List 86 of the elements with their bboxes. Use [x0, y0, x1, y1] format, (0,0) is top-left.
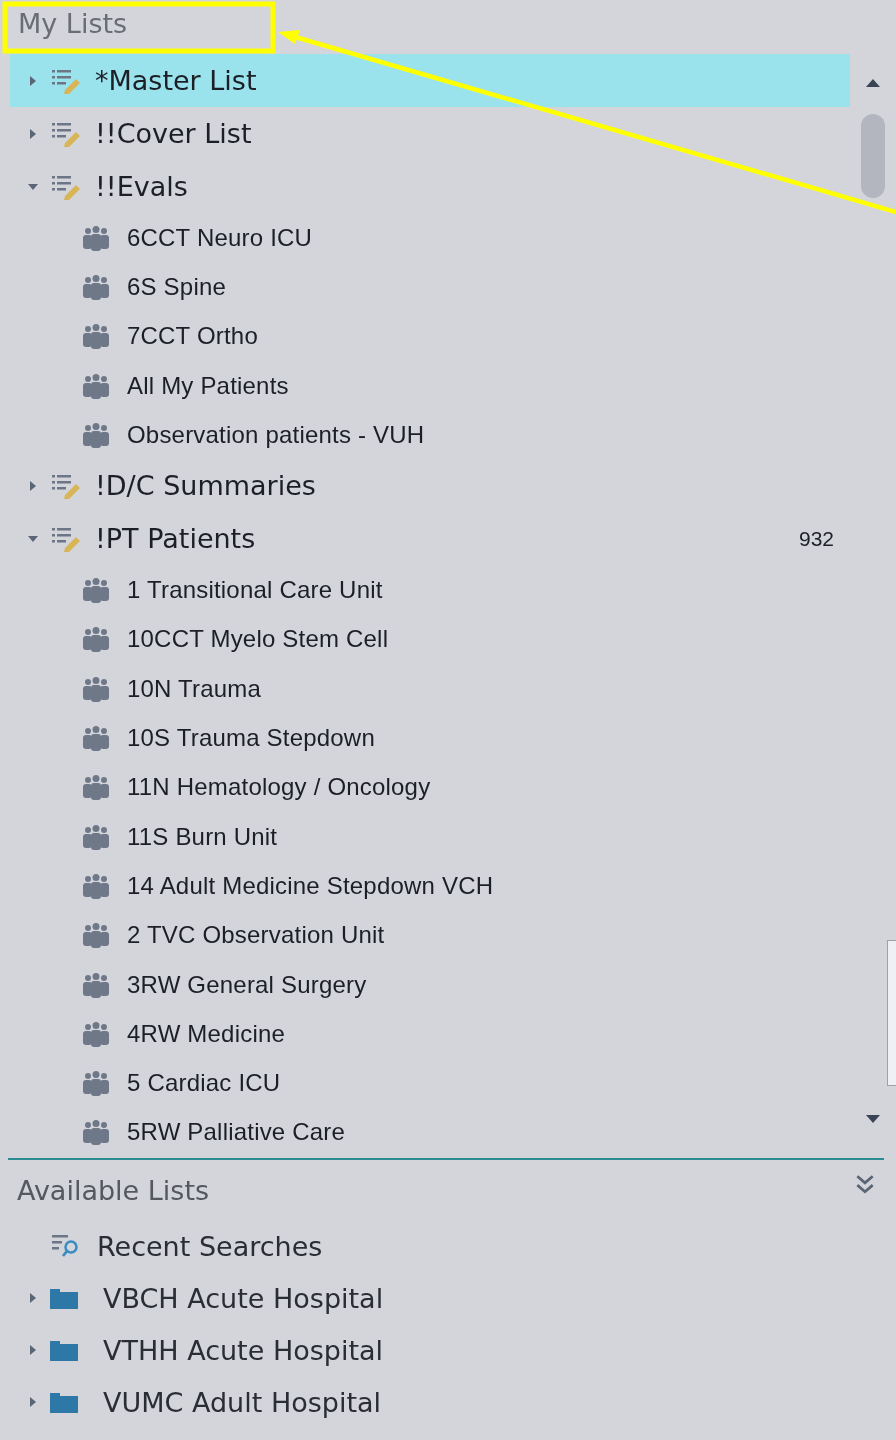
scroll-up-icon[interactable] [865, 78, 881, 88]
unit-name: 6CCT Neuro ICU [127, 223, 313, 252]
list-row[interactable]: !!Evals [10, 160, 850, 213]
unit-row[interactable]: 2 TVC Observation Unit [10, 910, 850, 960]
list-name: !!Cover List [95, 118, 252, 149]
people-group-icon [82, 675, 110, 702]
list-row[interactable]: !!Cover List [10, 107, 850, 160]
unit-name: 14 Adult Medicine Stepdown VCH [127, 871, 494, 900]
list-row[interactable]: *Master List [10, 54, 850, 107]
folder-name: VTHH Acute Hospital [103, 1334, 384, 1366]
unit-row[interactable]: 11S Burn Unit [10, 811, 850, 862]
people-group-icon [82, 421, 110, 448]
unit-row[interactable]: 11N Hematology / Oncology [10, 762, 850, 812]
people-group-icon [82, 1119, 110, 1146]
list-row[interactable]: !PT Patients 932 [10, 512, 850, 566]
people-group-icon [82, 823, 110, 850]
unit-row[interactable]: 10S Trauma Stepdown [10, 713, 850, 763]
list-name: !PT Patients [95, 523, 256, 555]
people-group-icon [82, 323, 110, 350]
list-row[interactable]: Recent Searches [0, 1220, 896, 1272]
scroll-down-icon[interactable] [865, 1114, 881, 1124]
people-group-icon [82, 372, 110, 399]
list-row[interactable]: VBCH Acute Hospital [0, 1272, 896, 1324]
unit-name: All My Patients [127, 371, 289, 400]
people-group-icon [82, 1020, 110, 1047]
unit-name: 5 Cardiac ICU [127, 1069, 281, 1098]
list-name: !D/C Summaries [95, 470, 316, 502]
list-pencil-icon [51, 526, 81, 552]
unit-name: 1 Transitional Care Unit [127, 576, 383, 605]
list-pencil-icon [51, 473, 81, 499]
unit-row[interactable]: 10N Trauma [10, 664, 850, 714]
unit-name: 3RW General Surgery [127, 970, 367, 999]
folder-icon [49, 1338, 79, 1362]
unit-name: 5RW Palliative Care [127, 1118, 346, 1147]
list-name: *Master List [95, 65, 257, 96]
folder-name: VUMC Adult Hospital [103, 1386, 382, 1418]
list-row[interactable]: VTHH Acute Hospital [0, 1324, 896, 1376]
unit-name: 11S Burn Unit [127, 822, 278, 851]
unit-name: 10CCT Myelo Stem Cell [127, 625, 389, 654]
unit-name: Observation patients - VUH [127, 420, 425, 449]
folder-name: VBCH Acute Hospital [103, 1282, 384, 1314]
people-group-icon [82, 774, 110, 801]
patient-count: 932 [798, 527, 834, 551]
section-title: My Lists [18, 7, 128, 39]
unit-row[interactable]: 7CCT Ortho [10, 311, 850, 361]
people-group-icon [82, 626, 110, 653]
unit-row[interactable]: 14 Adult Medicine Stepdown VCH [10, 861, 850, 911]
people-group-icon [82, 971, 110, 998]
unit-name: 4RW Medicine [127, 1019, 285, 1048]
double-chevron-down-icon[interactable] [854, 1173, 876, 1195]
unit-row[interactable]: 5RW Palliative Care [10, 1107, 850, 1156]
unit-row[interactable]: 3RW General Surgery [10, 959, 850, 1010]
unit-name: 7CCT Ortho [127, 322, 258, 351]
unit-name: 10S Trauma Stepdown [127, 724, 375, 752]
folder-icon [49, 1390, 79, 1414]
list-row[interactable]: VUMC Adult Hospital [0, 1376, 896, 1428]
list-search-icon [51, 1233, 81, 1259]
unit-row[interactable]: 1 Transitional Care Unit [10, 565, 850, 615]
unit-row[interactable]: 4RW Medicine [10, 1009, 850, 1059]
people-group-icon [82, 1070, 110, 1097]
unit-row[interactable]: 10CCT Myelo Stem Cell [10, 614, 850, 665]
unit-row[interactable]: 5 Cardiac ICU [10, 1058, 850, 1108]
list-pencil-icon [51, 173, 81, 200]
list-row[interactable]: !D/C Summaries [10, 459, 850, 513]
unit-row[interactable]: 6S Spine [10, 262, 850, 312]
unit-name: 2 TVC Observation Unit [127, 921, 385, 950]
scrollbar-thumb[interactable] [861, 114, 885, 198]
unit-row[interactable]: All My Patients [10, 360, 850, 411]
unit-row[interactable]: Observation patients - VUH [10, 410, 850, 460]
people-group-icon [82, 725, 110, 751]
people-group-icon [82, 273, 110, 300]
folder-icon [49, 1286, 79, 1310]
section-title: Available Lists [17, 1174, 210, 1206]
people-group-icon [82, 224, 110, 251]
unit-name: 10N Trauma [127, 674, 262, 703]
unit-row[interactable]: 6CCT Neuro ICU [10, 213, 850, 263]
list-pencil-icon [51, 120, 81, 147]
list-name: Recent Searches [97, 1230, 323, 1262]
unit-name: 6S Spine [127, 272, 226, 301]
people-group-icon [82, 922, 110, 949]
list-name: !!Evals [95, 171, 188, 202]
list-pencil-icon [51, 67, 81, 94]
people-group-icon [82, 872, 110, 899]
splitter-handle[interactable] [887, 940, 896, 1086]
unit-name: 11N Hematology / Oncology [127, 773, 431, 802]
people-group-icon [82, 577, 110, 604]
